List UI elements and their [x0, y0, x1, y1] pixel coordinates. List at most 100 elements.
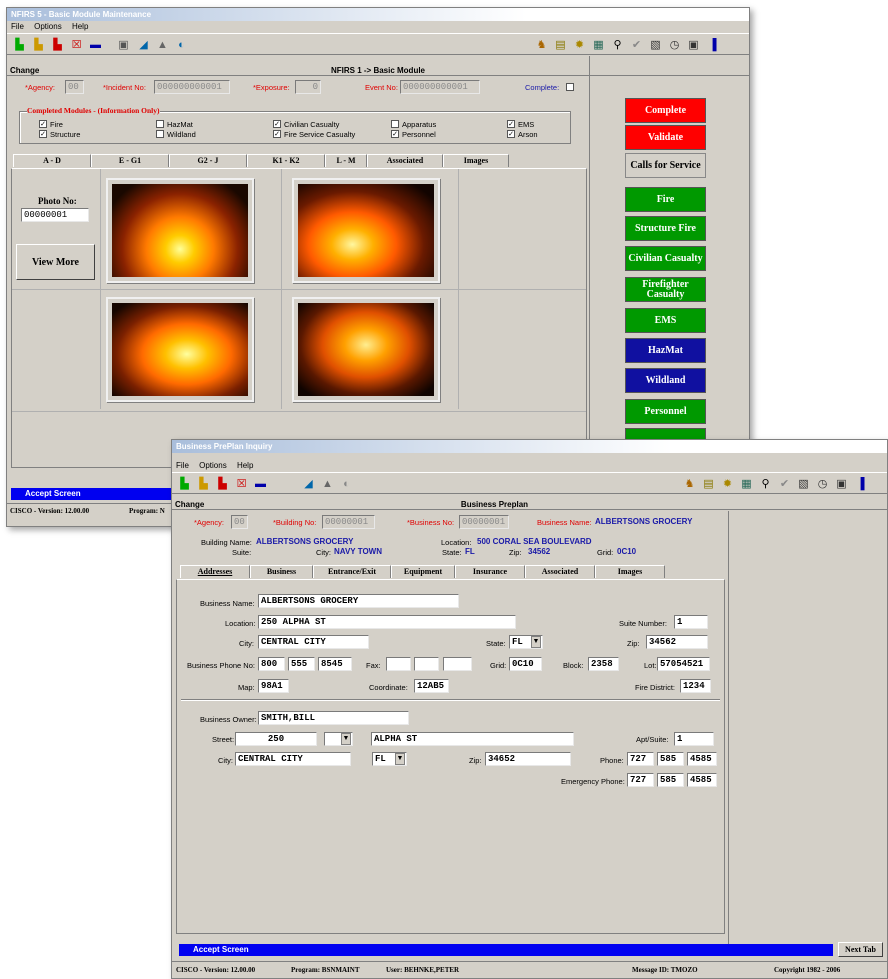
apt-suite-input[interactable]: 1 [674, 732, 714, 746]
person-icon[interactable]: ♞ [533, 37, 550, 53]
next-tab-button[interactable]: Next Tab [838, 942, 883, 957]
structure-fire-button[interactable]: Structure Fire [625, 216, 706, 241]
report-icon[interactable]: ▧ [647, 37, 664, 53]
cancel-icon[interactable]: ☒ [233, 476, 250, 492]
clock-icon[interactable]: ◷ [666, 37, 683, 53]
fire-button[interactable]: Fire [625, 187, 706, 212]
menu-file[interactable]: File [11, 22, 24, 31]
settings-icon[interactable]: ✹ [571, 37, 588, 53]
report-icon[interactable]: ▧ [795, 476, 812, 492]
fire-photo-2[interactable] [292, 178, 440, 283]
building-no-field[interactable]: 00000001 [322, 515, 375, 529]
next-record-icon[interactable]: ◐ [173, 37, 190, 53]
emergency-phone-line-input[interactable]: 4585 [687, 773, 717, 787]
business-owner-input[interactable]: SMITH,BILL [258, 711, 409, 725]
suite-number-input[interactable]: 1 [674, 615, 708, 629]
exit-icon[interactable]: ▐ [704, 37, 721, 53]
check-icon[interactable]: ✔ [776, 476, 793, 492]
menu-help[interactable]: Help [72, 22, 88, 31]
tab-business[interactable]: Business [250, 565, 313, 578]
civilian-casualty-button[interactable]: Civilian Casualty [625, 246, 706, 271]
firefighter-casualty-button[interactable]: Firefighter Casualty [625, 277, 706, 302]
map-icon[interactable]: ▦ [590, 37, 607, 53]
exit-icon[interactable]: ▐ [852, 476, 869, 492]
search-icon[interactable]: ⚲ [609, 37, 626, 53]
zip-input[interactable]: 34562 [646, 635, 708, 649]
calls-for-service-button[interactable]: Calls for Service [625, 153, 706, 178]
print-icon[interactable]: ▬ [87, 37, 104, 53]
validate-button[interactable]: Validate [625, 125, 706, 150]
tab-associated[interactable]: Associated [367, 154, 443, 167]
tab-g2-j[interactable]: G2 - J [169, 154, 247, 167]
exposure-field[interactable]: 0 [295, 80, 321, 94]
open-folder-icon[interactable]: ▙ [195, 476, 212, 492]
view-more-button[interactable]: View More [16, 244, 95, 280]
wildland-button[interactable]: Wildland [625, 368, 706, 393]
owner-phone-prefix-input[interactable]: 585 [657, 752, 684, 766]
agency-field[interactable]: 00 [231, 515, 248, 529]
street-name-input[interactable]: ALPHA ST [371, 732, 574, 746]
grid-input[interactable]: 0C10 [509, 657, 542, 671]
delete-icon[interactable]: ▙ [49, 37, 66, 53]
phone-area-input[interactable]: 800 [258, 657, 285, 671]
menu-file[interactable]: File [176, 461, 189, 470]
phone-prefix-input[interactable]: 555 [288, 657, 315, 671]
camera-icon[interactable]: ▣ [833, 476, 850, 492]
menu-help[interactable]: Help [237, 461, 253, 470]
next-record-icon[interactable]: ◐ [338, 476, 355, 492]
map-icon[interactable]: ▦ [738, 476, 755, 492]
tab-insurance[interactable]: Insurance [455, 565, 525, 578]
fire-photo-3[interactable] [106, 297, 254, 402]
chevron-down-icon[interactable]: ▼ [531, 636, 541, 648]
fire-photo-1[interactable] [106, 178, 254, 283]
tab-equipment[interactable]: Equipment [391, 565, 455, 578]
location-input[interactable]: 250 ALPHA ST [258, 615, 516, 629]
person-icon[interactable]: ♞ [681, 476, 698, 492]
fire-district-input[interactable]: 1234 [680, 679, 711, 693]
owner-phone-line-input[interactable]: 4585 [687, 752, 717, 766]
incident-field[interactable]: 000000000001 [154, 80, 230, 94]
complete-button[interactable]: Complete [625, 98, 706, 123]
up-arrow-icon[interactable]: ▲ [154, 37, 171, 53]
personnel-button[interactable]: Personnel [625, 399, 706, 424]
fire-photo-4[interactable] [292, 297, 440, 402]
tab-images[interactable]: Images [595, 565, 665, 578]
up-arrow-icon[interactable]: ▲ [319, 476, 336, 492]
photo-no-field[interactable]: 00000001 [21, 208, 89, 222]
event-field[interactable]: 000000000001 [400, 80, 480, 94]
cancel-icon[interactable]: ☒ [68, 37, 85, 53]
tab-images[interactable]: Images [443, 154, 509, 167]
chevron-down-icon[interactable]: ▼ [395, 753, 405, 765]
complete-checkbox[interactable] [566, 83, 574, 91]
tab-associated[interactable]: Associated [525, 565, 595, 578]
save-icon[interactable]: ▙ [176, 476, 193, 492]
camera-icon[interactable]: ▣ [685, 37, 702, 53]
hazmat-button[interactable]: HazMat [625, 338, 706, 363]
owner-phone-area-input[interactable]: 727 [627, 752, 654, 766]
clock-icon[interactable]: ◷ [814, 476, 831, 492]
open-folder-icon[interactable]: ▙ [30, 37, 47, 53]
search-icon[interactable]: ⚲ [757, 476, 774, 492]
fax-area-input[interactable] [386, 657, 411, 671]
chevron-down-icon[interactable]: ▼ [341, 733, 351, 745]
owner-city-input[interactable]: CENTRAL CITY [235, 752, 351, 766]
first-record-icon[interactable]: ◢ [135, 37, 152, 53]
first-record-icon[interactable]: ◢ [300, 476, 317, 492]
fax-line-input[interactable] [443, 657, 472, 671]
tab-l-m[interactable]: L - M [325, 154, 367, 167]
menu-options[interactable]: Options [34, 22, 62, 31]
tab-k1-k2[interactable]: K1 - K2 [247, 154, 325, 167]
block-input[interactable]: 2358 [588, 657, 619, 671]
notes-icon[interactable]: ▤ [700, 476, 717, 492]
print-icon[interactable]: ▬ [252, 476, 269, 492]
emergency-phone-prefix-input[interactable]: 585 [657, 773, 684, 787]
check-icon[interactable]: ✔ [628, 37, 645, 53]
menu-options[interactable]: Options [199, 461, 227, 470]
business-name-input[interactable]: ALBERTSONS GROCERY [258, 594, 459, 608]
lot-input[interactable]: 57054521 [657, 657, 710, 671]
notes-icon[interactable]: ▤ [552, 37, 569, 53]
tab-entrance-exit[interactable]: Entrance/Exit [313, 565, 391, 578]
delete-icon[interactable]: ▙ [214, 476, 231, 492]
emergency-phone-area-input[interactable]: 727 [627, 773, 654, 787]
city-input[interactable]: CENTRAL CITY [258, 635, 369, 649]
